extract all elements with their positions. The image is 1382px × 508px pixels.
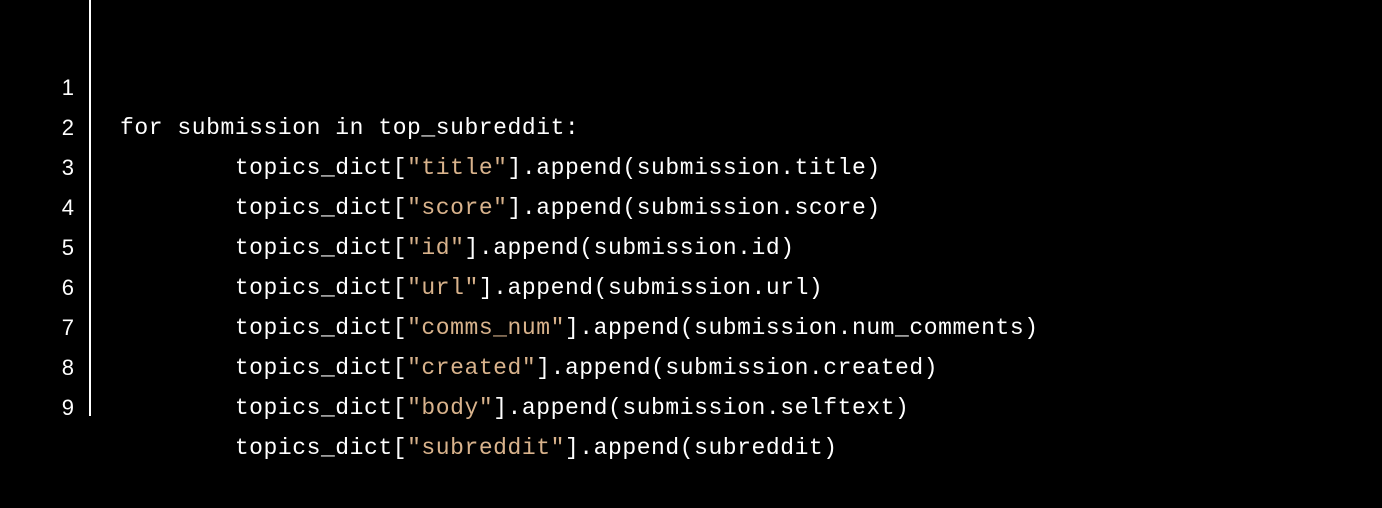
code-line-8[interactable]: 8 topics_dict["body"].append(submission.… bbox=[0, 308, 1382, 421]
code-prefix: topics_dict[ bbox=[234, 435, 408, 461]
code-line-1[interactable]: 1 for submission in top_subreddit: bbox=[0, 28, 1382, 141]
code-line-5[interactable]: 5 topics_dict["url"].append(submission.u… bbox=[0, 188, 1382, 301]
string-literal: "body" bbox=[407, 395, 494, 421]
string-literal: "subreddit" bbox=[407, 435, 565, 461]
code-line-7[interactable]: 7 topics_dict["created"].append(submissi… bbox=[0, 268, 1382, 381]
code-line-4[interactable]: 4 topics_dict["id"].append(submission.id… bbox=[0, 148, 1382, 261]
code-line-2[interactable]: 2 topics_dict["title"].append(submission… bbox=[0, 68, 1382, 181]
code-editor[interactable]: 1 for submission in top_subreddit: 2 top… bbox=[0, 0, 1382, 461]
code-line-9[interactable]: 9 topics_dict["subreddit"].append(subred… bbox=[0, 348, 1382, 461]
code-text: topics_dict["body"].append(submission.se… bbox=[120, 388, 909, 428]
code-text: topics_dict["subreddit"].append(subreddi… bbox=[120, 428, 838, 468]
code-prefix: topics_dict[ bbox=[234, 395, 408, 421]
code-line-3[interactable]: 3 topics_dict["score"].append(submission… bbox=[0, 108, 1382, 221]
code-suffix: ].append(subreddit) bbox=[564, 435, 838, 461]
line-number: 9 bbox=[61, 395, 74, 420]
code-suffix: ].append(submission.selftext) bbox=[493, 395, 910, 421]
code-line-6[interactable]: 6 topics_dict["comms_num"].append(submis… bbox=[0, 228, 1382, 341]
